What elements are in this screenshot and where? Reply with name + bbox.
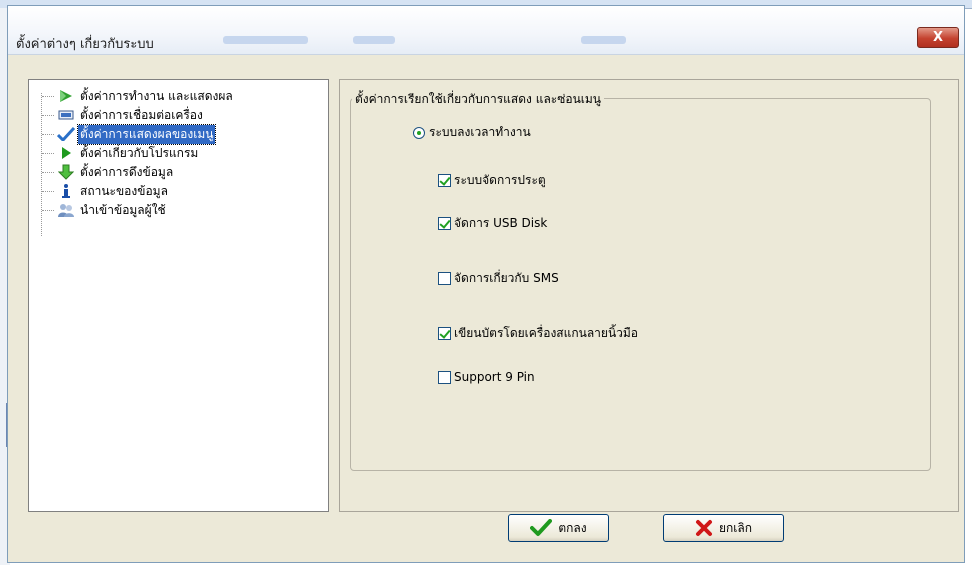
checkbox-unchecked[interactable] <box>438 272 451 285</box>
tree-item-fetch-data[interactable]: ตั้งค่าการดึงข้อมูล <box>42 163 175 181</box>
checkbox-label: เขียนบัตรโดยเครื่องสแกนลายนิ้วมือ <box>454 326 639 340</box>
tree-item-label: ตั้งค่าการทำงาน และแสดงผล <box>80 88 233 103</box>
down-arrow-icon <box>57 164 75 180</box>
settings-tree[interactable]: ตั้งค่าการทำงาน และแสดงผล ตั้งค่าการเชื่… <box>28 79 329 512</box>
door-management-checkbox[interactable]: ระบบจัดการประตู <box>438 171 546 190</box>
ok-button-label: ตกลง <box>558 520 587 535</box>
cancel-button-label: ยกเลิก <box>718 520 753 535</box>
cancel-x-icon <box>695 519 713 537</box>
radio-label: ระบบลงเวลาทำงาน <box>429 125 531 139</box>
ok-button[interactable]: ตกลง <box>508 514 609 542</box>
title-ghost-1 <box>223 36 308 44</box>
title-ghost-3 <box>581 36 626 44</box>
usb-disk-checkbox[interactable]: จัดการ USB Disk <box>438 214 547 233</box>
settings-dialog: ตั้งค่าต่างๆ เกี่ยวกับระบบ X ตั้งค่าการท… <box>7 5 965 563</box>
checkbox-label: จัดการ USB Disk <box>454 216 548 230</box>
tree-branch <box>42 152 54 154</box>
tree-item-import-users[interactable]: นำเข้าข้อมูลผู้ใช้ <box>42 201 168 219</box>
tree-branch <box>42 190 54 192</box>
tree-item-general[interactable]: ตั้งค่าการทำงาน และแสดงผล <box>42 87 235 105</box>
cancel-button[interactable]: ยกเลิก <box>663 514 784 542</box>
tree-item-label: นำเข้าข้อมูลผู้ใช้ <box>80 202 166 217</box>
close-icon: X <box>932 30 944 45</box>
fingerprint-card-checkbox[interactable]: เขียนบัตรโดยเครื่องสแกนลายนิ้วมือ <box>438 324 638 343</box>
tree-item-label: ตั้งค่าการดึงข้อมูล <box>80 164 174 179</box>
play-icon <box>57 145 75 161</box>
info-icon <box>57 183 75 199</box>
radio-button-selected[interactable] <box>413 126 425 139</box>
tree-branch <box>42 95 54 97</box>
tree-item-menu-display[interactable]: ตั้งค่าการแสดงผลของเมนู <box>42 123 217 145</box>
checkbox-label: ระบบจัดการประตู <box>454 173 546 187</box>
checkbox-label: Support 9 Pin <box>454 370 535 384</box>
tree-item-label: ตั้งค่าการแสดงผลของเมนู <box>76 123 217 145</box>
tree-item-label: ตั้งค่าการเชื่อมต่อเครื่อง <box>80 107 203 122</box>
checkbox-checked[interactable] <box>438 327 451 340</box>
group-title: ตั้งค่าการเรียกใช้เกี่ยวกับการแสดง และซ่… <box>352 90 605 109</box>
tree-branch <box>42 171 54 173</box>
monitor-icon <box>57 107 75 123</box>
title-ghost-2 <box>353 36 395 44</box>
tree-branch <box>42 133 54 135</box>
users-icon <box>57 202 75 218</box>
checkbox-unchecked[interactable] <box>438 370 451 384</box>
tree-item-connection[interactable]: ตั้งค่าการเชื่อมต่อเครื่อง <box>42 106 205 124</box>
tree-branch <box>42 114 54 116</box>
title-bar[interactable]: ตั้งค่าต่างๆ เกี่ยวกับระบบ X <box>8 6 964 55</box>
tree-item-label: สถานะของข้อมูล <box>80 183 168 198</box>
dialog-title: ตั้งค่าต่างๆ เกี่ยวกับระบบ <box>16 37 154 52</box>
tree-item-data-status[interactable]: สถานะของข้อมูล <box>42 182 170 200</box>
checkmark-icon <box>57 126 75 142</box>
close-button[interactable]: X <box>917 27 959 48</box>
sms-checkbox[interactable]: จัดการเกี่ยวกับ SMS <box>438 269 559 288</box>
checkbox-checked[interactable] <box>438 217 451 230</box>
checkbox-label: จัดการเกี่ยวกับ SMS <box>454 271 559 285</box>
green-arrow-icon <box>57 88 75 104</box>
support-9pin-checkbox[interactable]: Support 9 Pin <box>438 370 535 384</box>
tree-item-label: ตั้งค่าเกี่ยวกับโปรแกรม <box>80 145 199 160</box>
checkmark-icon <box>530 519 553 537</box>
checkbox-checked[interactable] <box>438 174 451 187</box>
time-attendance-radio[interactable]: ระบบลงเวลาทำงาน <box>413 123 531 142</box>
tree-item-program[interactable]: ตั้งค่าเกี่ยวกับโปรแกรม <box>42 144 200 162</box>
tree-branch <box>42 209 54 211</box>
